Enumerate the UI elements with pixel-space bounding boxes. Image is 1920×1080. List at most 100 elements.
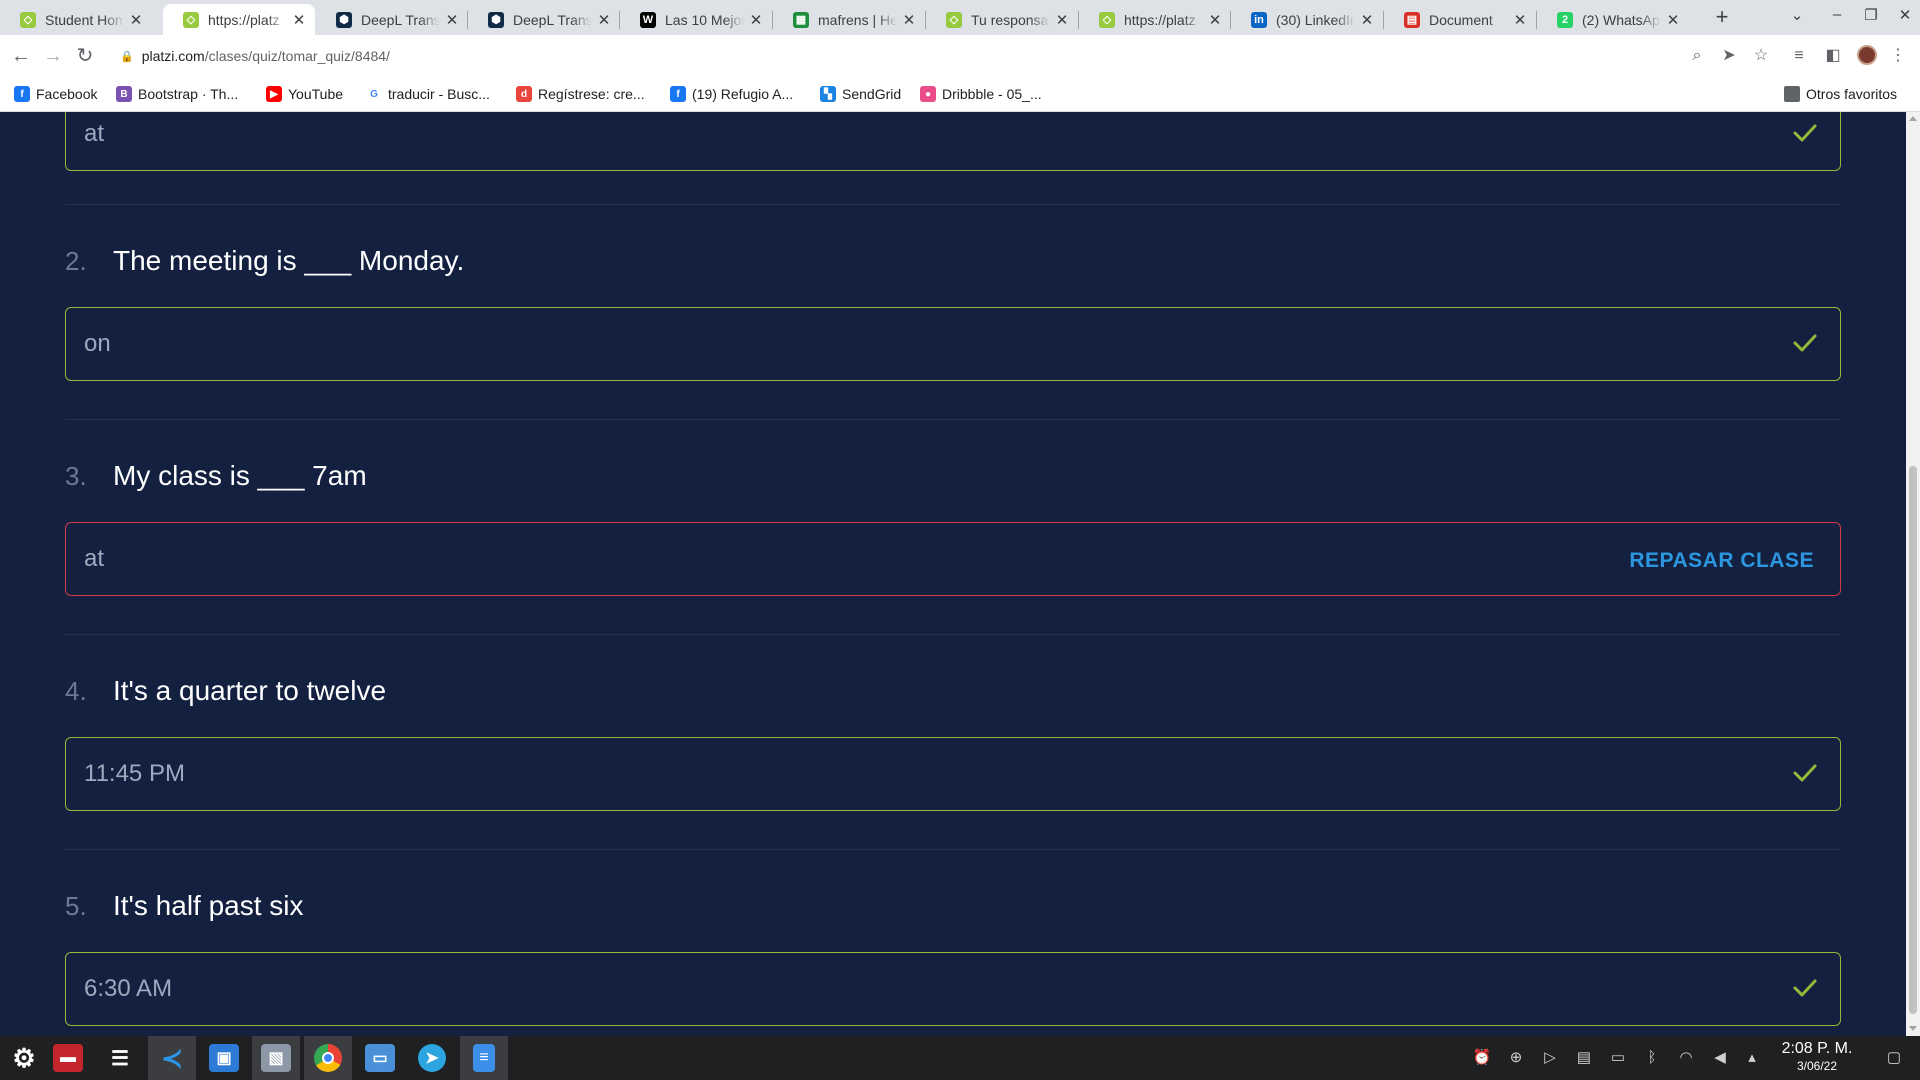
bookmark-item[interactable]: ▶ YouTube <box>266 86 343 102</box>
tab-title: (30) LinkedIn <box>1276 11 1355 28</box>
profile-avatar[interactable] <box>1857 45 1877 65</box>
taskbar-app-vscode[interactable]: ≺ <box>148 1036 196 1080</box>
answer-text: at <box>84 120 105 147</box>
minimize-button[interactable]: – <box>1822 6 1852 28</box>
clock-time: 2:08 P. M. <box>1781 1040 1853 1057</box>
close-tab-icon[interactable]: ✕ <box>444 11 460 29</box>
clipboard-icon[interactable]: ▤ <box>1574 1048 1594 1068</box>
alarm-icon[interactable]: ⏰ <box>1472 1048 1492 1068</box>
browser-tab[interactable]: ▦ mafrens | He ✕ <box>773 4 925 35</box>
bookmark-item[interactable]: B Bootstrap · Th... <box>116 86 238 102</box>
bookmark-item[interactable]: f Facebook <box>14 86 97 102</box>
show-desktop-icon[interactable]: ▢ <box>1884 1048 1904 1068</box>
system-clock[interactable]: 2:08 P. M. 3/06/22 <box>1772 1040 1862 1074</box>
zoom-icon[interactable]: ⌕ <box>1686 45 1708 67</box>
close-tab-icon[interactable]: ✕ <box>1359 11 1375 29</box>
wifi-icon[interactable]: ◠ <box>1676 1048 1696 1068</box>
browser-tab[interactable]: W Las 10 Mejore✕ <box>620 4 772 35</box>
volume-icon[interactable]: ◀ <box>1710 1048 1730 1068</box>
media-play-icon[interactable]: ▷ <box>1540 1048 1560 1068</box>
battery-icon[interactable]: ▭ <box>1608 1048 1628 1068</box>
close-tab-icon[interactable]: ✕ <box>1512 11 1528 29</box>
address-bar[interactable]: 🔒 platzi.com/clases/quiz/tomar_quiz/8484… <box>108 40 1686 72</box>
taskbar-app-image-viewer[interactable]: ▧ <box>252 1036 300 1080</box>
page-scrollbar[interactable] <box>1906 112 1920 1036</box>
bookmark-label: traducir - Busc... <box>388 86 490 102</box>
image-viewer-icon: ▧ <box>261 1044 291 1072</box>
browser-tab[interactable]: ◇ https://platz ✕ <box>1079 4 1231 35</box>
reading-list-icon[interactable]: ≡ <box>1788 45 1810 67</box>
answer-box-correct: 6:30 AM <box>65 952 1841 1026</box>
scroll-up-icon[interactable] <box>1909 116 1917 121</box>
bookmark-label: YouTube <box>288 86 344 102</box>
taskbar-app-terminal[interactable]: ▬ <box>44 1036 92 1080</box>
platzi-icon: ◇ <box>183 11 199 28</box>
browser-tab[interactable]: ⬢ DeepL Transl ✕ <box>316 4 468 35</box>
bookmark-item[interactable]: d Regístrese: cre... <box>516 86 645 102</box>
taskbar-app-telegram[interactable]: ➤ <box>408 1036 456 1080</box>
bookmark-item[interactable]: Gtraducir - Busc... <box>366 86 490 102</box>
browser-tab[interactable]: ◇ Student Hom ✕ <box>0 4 152 35</box>
close-tab-icon[interactable]: ✕ <box>596 11 612 29</box>
tab-title: Student Hom <box>45 11 124 28</box>
taskbar-app-store[interactable]: ▣ <box>200 1036 248 1080</box>
youtube-icon: ▶ <box>266 86 282 102</box>
review-class-link[interactable]: REPASAR CLASE <box>1629 523 1814 594</box>
close-tab-icon[interactable]: ✕ <box>291 11 307 29</box>
answer-box-correct: 11:45 PM <box>65 737 1841 811</box>
taskbar-app-settings[interactable]: ☰ <box>96 1036 144 1080</box>
taskbar-app-text-editor[interactable]: ≡ <box>460 1036 508 1080</box>
bookmark-item[interactable]: ▚ SendGrid <box>820 86 901 102</box>
bookmark-star-icon[interactable]: ☆ <box>1750 45 1772 67</box>
close-tab-icon[interactable]: ✕ <box>748 11 764 29</box>
taskbar-app-chrome[interactable] <box>304 1036 352 1080</box>
browser-tab[interactable]: in (30) LinkedIn ✕ <box>1231 4 1383 35</box>
bookmark-item[interactable]: ● Dribbble - 05_... <box>920 86 1042 102</box>
close-tab-icon[interactable]: ✕ <box>1665 11 1681 29</box>
tray-expand-icon[interactable]: ▴ <box>1742 1048 1762 1068</box>
wix-icon: W <box>640 11 656 28</box>
taskbar-app-files[interactable]: ▭ <box>356 1036 404 1080</box>
check-icon <box>1792 120 1818 146</box>
browser-tab[interactable]: ◇ https://platz ✕ <box>163 4 315 35</box>
reload-icon[interactable]: ↻ <box>72 43 98 69</box>
restore-button[interactable]: ❐ <box>1856 6 1886 28</box>
deepl-icon: ⬢ <box>336 11 352 28</box>
browser-tab[interactable]: ◇ Tu responsab ✕ <box>926 4 1078 35</box>
close-tab-icon[interactable]: ✕ <box>128 11 144 29</box>
close-tab-icon[interactable]: ✕ <box>1054 11 1070 29</box>
bluetooth-icon[interactable]: ᛒ <box>1642 1048 1662 1068</box>
close-tab-icon[interactable]: ✕ <box>901 11 917 29</box>
other-bookmarks-folder[interactable]: Otros favoritos <box>1784 86 1897 102</box>
tab-separator <box>619 11 620 29</box>
menu-icon[interactable]: ⋮ <box>1887 45 1909 67</box>
tab-separator <box>1230 11 1231 29</box>
tab-title: Tu responsab <box>971 11 1050 28</box>
scrollbar-thumb[interactable] <box>1909 466 1917 1014</box>
back-icon[interactable]: ← <box>8 43 34 69</box>
answer-box-wrong: at REPASAR CLASE <box>65 522 1841 596</box>
side-panel-icon[interactable]: ◧ <box>1822 45 1844 67</box>
bookmark-item[interactable]: f (19) Refugio A... <box>670 86 793 102</box>
question-divider <box>65 204 1841 205</box>
send-icon[interactable]: ➤ <box>1718 45 1740 67</box>
forward-icon[interactable]: → <box>40 43 66 69</box>
tab-separator <box>467 11 468 29</box>
browser-tab[interactable]: 2 (2) WhatsApp ✕ <box>1537 4 1689 35</box>
browser-tab[interactable]: ▤ Document ✕ <box>1384 4 1536 35</box>
scroll-down-icon[interactable] <box>1909 1026 1917 1031</box>
new-tab-button[interactable]: + <box>1708 4 1736 32</box>
update-icon[interactable]: ⊕ <box>1506 1048 1526 1068</box>
start-menu-button[interactable]: ⚙ <box>0 1036 48 1080</box>
tab-title: (2) WhatsApp <box>1582 11 1661 28</box>
close-tab-icon[interactable]: ✕ <box>1207 11 1223 29</box>
question-text: The meeting is ___ Monday. <box>113 245 465 276</box>
tab-title: DeepL Transl <box>513 11 592 28</box>
browser-tab[interactable]: ⬢ DeepL Transl ✕ <box>468 4 620 35</box>
close-window-button[interactable]: ✕ <box>1890 6 1920 28</box>
store-icon: ▣ <box>209 1044 239 1072</box>
question-text: It's a quarter to twelve <box>113 675 387 706</box>
url-path: /clases/quiz/tomar_quiz/8484/ <box>204 48 390 64</box>
tab-search-button[interactable]: ⌄ <box>1782 6 1812 28</box>
tab-title: mafrens | He <box>818 11 897 28</box>
